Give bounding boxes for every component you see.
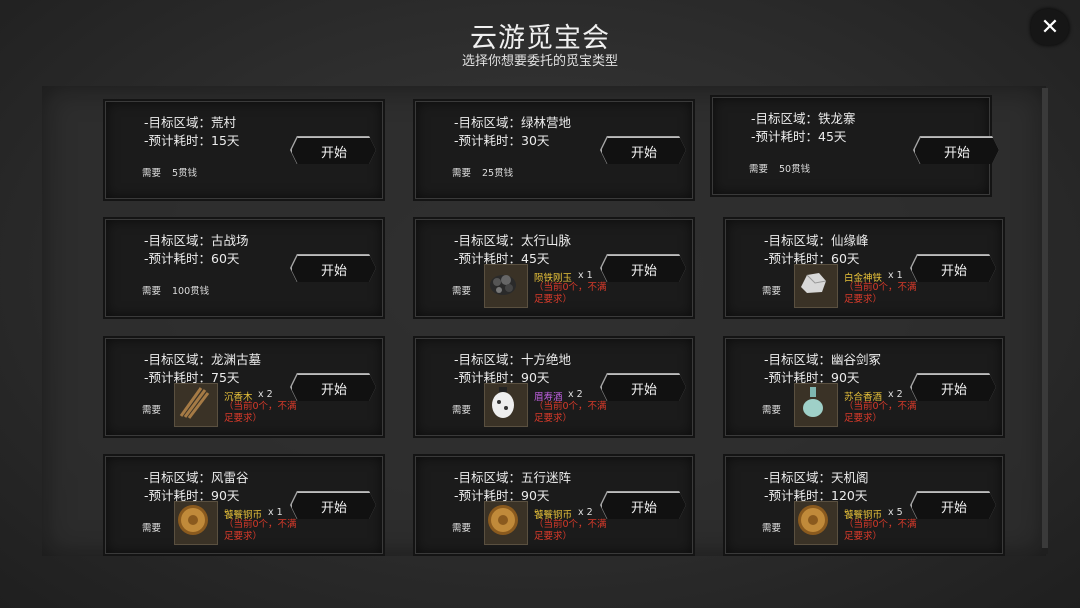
estimated-time-text: -预计耗时：60天 [144, 251, 240, 266]
start-button[interactable]: 开始 [910, 254, 996, 282]
target-zone-text: -目标区域：太行山脉 [454, 233, 572, 248]
need-label: 需要 [762, 405, 782, 416]
start-button[interactable]: 开始 [910, 373, 996, 401]
expedition-card: -目标区域：幽谷剑冢 -预计耗时：90天 需要 苏合香酒 x 2 （当前0个，不满足要求）… [725, 338, 1003, 436]
need-label: 需要 [142, 523, 162, 534]
need-label: 需要 [452, 168, 472, 179]
start-button-label[interactable]: 开始 [911, 374, 996, 401]
scrollbar[interactable] [1042, 88, 1048, 554]
start-button-label[interactable]: 开始 [914, 137, 999, 164]
start-button-label[interactable]: 开始 [601, 137, 686, 164]
start-button[interactable]: 开始 [290, 373, 376, 401]
expedition-card: -目标区域：龙渊古墓 -预计耗时：75天 需要 沉香木 x 2 （当前0个，不满足要求）开… [105, 338, 383, 436]
required-item-qty: x 2 [258, 389, 273, 400]
need-label: 需要 [749, 164, 769, 175]
insufficient-warning: （当前0个，不满足要求） [224, 519, 297, 542]
estimated-time-text: -预计耗时：30天 [454, 133, 550, 148]
cost-text: 50贯钱 [779, 164, 811, 175]
target-zone-text: -目标区域：龙渊古墓 [144, 352, 262, 367]
start-button[interactable]: 开始 [600, 254, 686, 282]
start-button[interactable]: 开始 [913, 136, 999, 164]
insufficient-warning: （当前0个，不满足要求） [844, 519, 917, 542]
insufficient-warning: （当前0个，不满足要求） [534, 519, 607, 542]
insufficient-warning: （当前0个，不满足要求） [534, 401, 607, 424]
coin-icon[interactable] [174, 501, 218, 545]
need-label: 需要 [762, 286, 782, 297]
required-item-qty: x 1 [888, 270, 903, 281]
expedition-card: -目标区域：天机阁 -预计耗时：120天 需要 饕餮铜币 x 5 （当前0个，不满足要求）… [725, 456, 1003, 554]
start-button[interactable]: 开始 [600, 373, 686, 401]
expedition-card: -目标区域：绿林营地 -预计耗时：30天需要 25贯钱 开始 [415, 101, 693, 199]
coin-icon[interactable] [794, 501, 838, 545]
required-item-qty: x 1 [268, 507, 283, 518]
insufficient-warning: （当前0个，不满足要求） [224, 401, 297, 424]
expedition-card: -目标区域：五行迷阵 -预计耗时：90天 需要 饕餮铜币 x 2 （当前0个，不满足要求）… [415, 456, 693, 554]
target-zone-text: -目标区域：仙缘峰 [764, 233, 869, 248]
wine-jar-icon[interactable] [484, 383, 528, 427]
required-item-qty: x 2 [888, 389, 903, 400]
start-button[interactable]: 开始 [290, 254, 376, 282]
insufficient-warning: （当前0个，不满足要求） [844, 401, 917, 424]
target-zone-text: -目标区域：天机阁 [764, 470, 869, 485]
start-button[interactable]: 开始 [910, 491, 996, 519]
target-zone-text: -目标区域：荒村 [144, 115, 237, 130]
expedition-card: -目标区域：仙缘峰 -预计耗时：60天 需要 白金神铁 x 1 （当前0个，不满足要求）开… [725, 219, 1003, 317]
need-label: 需要 [762, 523, 782, 534]
estimated-time-text: -预计耗时：45天 [751, 129, 847, 144]
start-button-label[interactable]: 开始 [291, 374, 376, 401]
insufficient-warning: （当前0个，不满足要求） [534, 282, 607, 305]
start-button[interactable]: 开始 [290, 491, 376, 519]
need-label: 需要 [142, 286, 162, 297]
wood-icon[interactable] [174, 383, 218, 427]
start-button[interactable]: 开始 [600, 491, 686, 519]
scrollbar-thumb[interactable] [1042, 88, 1048, 548]
need-label: 需要 [452, 523, 472, 534]
close-icon: ✕ [1040, 14, 1060, 40]
start-button-label[interactable]: 开始 [601, 255, 686, 282]
start-button-label[interactable]: 开始 [291, 492, 376, 519]
expedition-card: -目标区域：太行山脉 -预计耗时：45天 需要 陨铁刚玉 x 1 （当前0个，不满足要求）… [415, 219, 693, 317]
need-label: 需要 [142, 168, 162, 179]
target-zone-text: -目标区域：风雷谷 [144, 470, 249, 485]
expedition-card: -目标区域：铁龙寨 -预计耗时：45天需要 50贯钱 开始 [712, 97, 999, 195]
expedition-card: -目标区域：风雷谷 -预计耗时：90天 需要 饕餮铜币 x 1 （当前0个，不满足要求）开… [105, 456, 383, 554]
cost-text: 5贯钱 [172, 168, 198, 179]
need-label: 需要 [142, 405, 162, 416]
target-zone-text: -目标区域：十方绝地 [454, 352, 572, 367]
target-zone-text: -目标区域：绿林营地 [454, 115, 572, 130]
need-label: 需要 [452, 405, 472, 416]
required-item-qty: x 5 [888, 507, 903, 518]
platinum-icon[interactable] [794, 264, 838, 308]
target-zone-text: -目标区域：五行迷阵 [454, 470, 572, 485]
target-zone-text: -目标区域：铁龙寨 [751, 111, 856, 126]
start-button[interactable]: 开始 [600, 136, 686, 164]
required-item-qty: x 2 [578, 507, 593, 518]
coin-icon[interactable] [484, 501, 528, 545]
target-zone-text: -目标区域：幽谷剑冢 [764, 352, 882, 367]
cost-text: 25贯钱 [482, 168, 514, 179]
expedition-card: -目标区域：古战场 -预计耗时：60天需要 100贯钱 开始 [105, 219, 383, 317]
start-button-label[interactable]: 开始 [601, 492, 686, 519]
start-button-label[interactable]: 开始 [291, 137, 376, 164]
cost-text: 100贯钱 [172, 286, 210, 297]
estimated-time-text: -预计耗时：15天 [144, 133, 240, 148]
start-button-label[interactable]: 开始 [291, 255, 376, 282]
ore-icon[interactable] [484, 264, 528, 308]
need-label: 需要 [452, 286, 472, 297]
start-button[interactable]: 开始 [290, 136, 376, 164]
start-button-label[interactable]: 开始 [601, 374, 686, 401]
required-item-qty: x 2 [568, 389, 583, 400]
page-subtitle: 选择你想要委托的觅宝类型 [461, 54, 618, 69]
start-button-label[interactable]: 开始 [911, 492, 996, 519]
required-item-qty: x 1 [578, 270, 593, 281]
insufficient-warning: （当前0个，不满足要求） [844, 282, 917, 305]
expedition-card: -目标区域：十方绝地 -预计耗时：90天 需要 眉寿酒 x 2 （当前0个，不满足要求）开… [415, 338, 693, 436]
expedition-card: -目标区域：荒村 -预计耗时：15天需要 5贯钱 开始 [105, 101, 383, 199]
close-button[interactable]: ✕ [1031, 9, 1069, 45]
start-button-label[interactable]: 开始 [911, 255, 996, 282]
wine-bottle-icon[interactable] [794, 383, 838, 427]
target-zone-text: -目标区域：古战场 [144, 233, 249, 248]
